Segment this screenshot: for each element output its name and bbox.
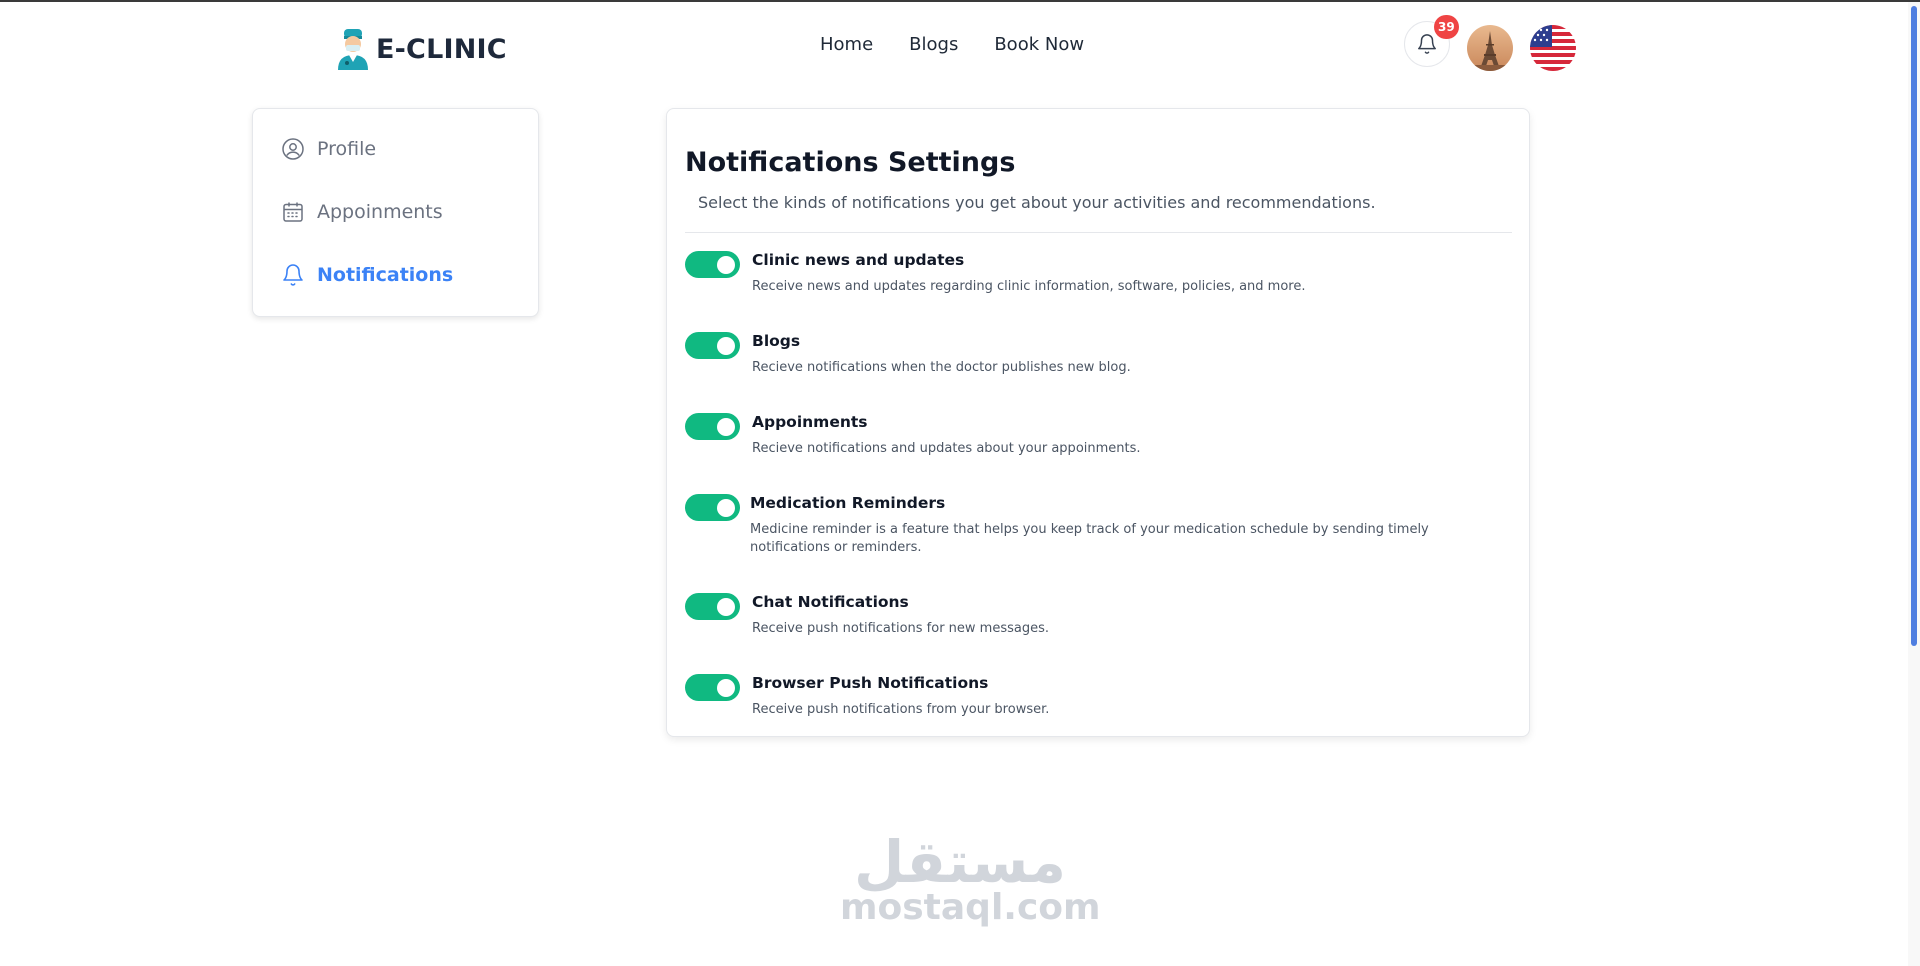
eiffel-tower-photo <box>1467 25 1513 71</box>
user-circle-icon <box>282 138 304 160</box>
toggle-knob <box>717 417 735 436</box>
nav-link-home[interactable]: Home <box>820 34 873 55</box>
notifications-settings-card: Notifications Settings Select the kinds … <box>666 108 1530 737</box>
user-avatar[interactable] <box>1467 25 1513 71</box>
setting-title: Clinic news and updates <box>752 251 965 269</box>
toggle-knob <box>717 336 735 355</box>
brand-logo[interactable]: E-CLINIC <box>336 28 507 70</box>
setting-description: Receive push notifications from your bro… <box>752 702 1050 717</box>
toggle-knob <box>717 597 735 616</box>
language-selector[interactable] <box>1530 25 1576 71</box>
setting-description: Recieve notifications and updates about … <box>752 441 1141 456</box>
bell-icon <box>283 264 303 286</box>
setting-description: Recieve notifications when the doctor pu… <box>752 360 1131 375</box>
us-flag-icon <box>1530 25 1576 71</box>
setting-description: Receive push notifications for new messa… <box>752 621 1050 636</box>
toggle-knob <box>717 498 735 517</box>
doctor-icon <box>338 29 368 70</box>
blogs-toggle[interactable] <box>685 332 740 359</box>
setting-description: Receive news and updates regarding clini… <box>752 279 1306 294</box>
bell-icon <box>1418 34 1436 54</box>
nav-link-book-now[interactable]: Book Now <box>994 34 1084 55</box>
account-sidebar: Profile Appoinments Notifications <box>252 108 539 317</box>
toggle-knob <box>717 255 735 274</box>
watermark: مستقل mostaql.com <box>840 828 1101 928</box>
sidebar-item-profile[interactable]: Profile <box>281 137 376 161</box>
browser-push-toggle[interactable] <box>685 674 740 701</box>
sidebar-item-notifications[interactable]: Notifications <box>281 263 453 287</box>
appointments-toggle[interactable] <box>685 413 740 440</box>
page-subtitle: Select the kinds of notifications you ge… <box>698 193 1376 212</box>
sidebar-item-appointments[interactable]: Appoinments <box>281 200 443 224</box>
sidebar-item-label: Profile <box>317 138 377 160</box>
setting-description: Medicine reminder is a feature that help… <box>750 522 1429 555</box>
notification-count-badge: 39 <box>1434 15 1459 39</box>
nav-link-blogs[interactable]: Blogs <box>909 34 958 55</box>
setting-title: Chat Notifications <box>752 593 909 611</box>
watermark-arabic: مستقل <box>853 828 1067 896</box>
page-scrollbar[interactable] <box>1908 2 1920 966</box>
scrollbar-thumb[interactable] <box>1911 6 1917 646</box>
setting-title: Browser Push Notifications <box>752 674 989 692</box>
divider <box>685 232 1512 233</box>
main-nav: Home Blogs Book Now <box>820 34 1084 55</box>
sidebar-item-label: Appoinments <box>317 201 443 223</box>
sidebar-item-label: Notifications <box>317 264 454 286</box>
page-title: Notifications Settings <box>685 147 1016 178</box>
calendar-icon <box>283 202 303 222</box>
setting-title: Appoinments <box>752 413 868 431</box>
site-header: E-CLINIC Home Blogs Book Now 39 <box>0 2 1906 90</box>
clinic-news-toggle[interactable] <box>685 251 740 278</box>
setting-title: Blogs <box>752 332 801 350</box>
brand-name: E-CLINIC <box>376 33 507 65</box>
medication-reminders-toggle[interactable] <box>685 494 740 521</box>
watermark-latin: mostaql.com <box>840 887 1101 928</box>
toggle-knob <box>717 678 735 697</box>
setting-title: Medication Reminders <box>750 494 946 512</box>
chat-notifications-toggle[interactable] <box>685 593 740 620</box>
